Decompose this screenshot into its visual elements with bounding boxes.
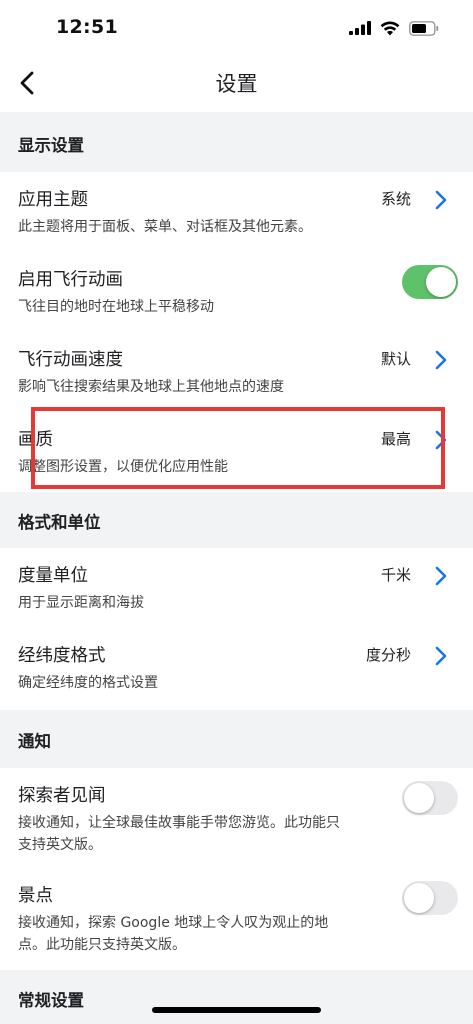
setting-latlng-format[interactable]: 经纬度格式 确定经纬度的格式设置 度分秒	[0, 628, 473, 708]
section-header-display: 显示设置	[0, 112, 473, 172]
setting-title: 画质	[18, 430, 53, 450]
setting-explorer-stories: 探索者见闻 接收通知，让全球最佳故事能手带您游览。此功能只 支持英文版。	[0, 768, 473, 868]
setting-subtitle: 此主题将用于面板、菜单、对话框及其他元素。	[18, 219, 312, 235]
setting-subtitle: 确定经纬度的格式设置	[18, 675, 158, 691]
setting-value: 千米	[380, 566, 411, 584]
setting-subtitle: 飞往目的地时在地球上平稳移动	[18, 299, 214, 315]
nav-bar: 设置	[0, 56, 473, 112]
setting-graphics-quality[interactable]: 画质 调整图形设置，以便优化应用性能 最高	[0, 412, 473, 492]
setting-flight-speed[interactable]: 飞行动画速度 影响飞往搜索结果及地球上其他地点的速度 默认	[0, 332, 473, 412]
status-icons	[349, 18, 439, 38]
battery-icon	[409, 20, 439, 36]
wifi-icon	[380, 20, 400, 35]
setting-flight-animation: 启用飞行动画 飞往目的地时在地球上平稳移动	[0, 252, 473, 332]
chevron-right-icon	[435, 430, 447, 450]
section-header-notifications: 通知	[0, 710, 473, 768]
section-header-format: 格式和单位	[0, 492, 473, 548]
setting-title: 启用飞行动画	[18, 270, 123, 290]
setting-measurement-units[interactable]: 度量单位 用于显示距离和海拔 千米	[0, 548, 473, 628]
chevron-right-icon	[435, 190, 447, 210]
setting-value: 系统	[380, 190, 411, 208]
subtitle-line: 点。此功能只支持英文版。	[18, 937, 186, 953]
setting-app-theme[interactable]: 应用主题 此主题将用于面板、菜单、对话框及其他元素。 系统	[0, 172, 473, 252]
setting-title: 景点	[18, 886, 53, 906]
chevron-right-icon	[435, 350, 447, 370]
setting-subtitle: 用于显示距离和海拔	[18, 595, 144, 611]
toggle-knob	[426, 267, 456, 297]
setting-title: 应用主题	[18, 190, 88, 210]
explorer-stories-toggle[interactable]	[402, 781, 458, 815]
subtitle-line: 接收通知，让全球最佳故事能手带您游览。此功能只	[18, 815, 340, 831]
chevron-right-icon	[435, 566, 447, 586]
setting-subtitle: 调整图形设置，以便优化应用性能	[18, 459, 228, 475]
setting-subtitle: 接收通知，探索 Google 地球上令人叹为观止的地 点。此功能只支持英文版。	[18, 912, 328, 956]
setting-value: 默认	[380, 350, 411, 368]
setting-value: 最高	[380, 430, 411, 448]
section-title: 格式和单位	[18, 513, 101, 532]
status-time: 12:51	[56, 16, 118, 38]
section-title: 通知	[18, 732, 51, 751]
section-header-general: 常规设置	[0, 970, 473, 1024]
setting-subtitle: 接收通知，让全球最佳故事能手带您游览。此功能只 支持英文版。	[18, 812, 340, 856]
cellular-signal-icon	[349, 21, 371, 35]
chevron-right-icon	[435, 646, 447, 666]
status-bar: 12:51	[0, 0, 473, 56]
page-title: 设置	[215, 72, 258, 96]
setting-title: 探索者见闻	[18, 786, 106, 806]
section-title: 常规设置	[18, 991, 84, 1010]
toggle-knob	[404, 783, 434, 813]
section-title: 显示设置	[18, 136, 84, 155]
subtitle-line: 支持英文版。	[18, 837, 102, 853]
toggle-knob	[404, 883, 434, 913]
setting-title: 飞行动画速度	[18, 350, 123, 370]
setting-places: 景点 接收通知，探索 Google 地球上令人叹为观止的地 点。此功能只支持英文…	[0, 868, 473, 970]
subtitle-line: 接收通知，探索 Google 地球上令人叹为观止的地	[18, 915, 329, 931]
home-indicator[interactable]	[152, 1007, 321, 1013]
flight-animation-toggle[interactable]	[402, 265, 458, 299]
places-toggle[interactable]	[402, 881, 458, 915]
setting-title: 经纬度格式	[18, 646, 106, 666]
setting-value: 度分秒	[365, 646, 411, 664]
setting-title: 度量单位	[18, 566, 88, 586]
setting-subtitle: 影响飞往搜索结果及地球上其他地点的速度	[18, 379, 284, 395]
